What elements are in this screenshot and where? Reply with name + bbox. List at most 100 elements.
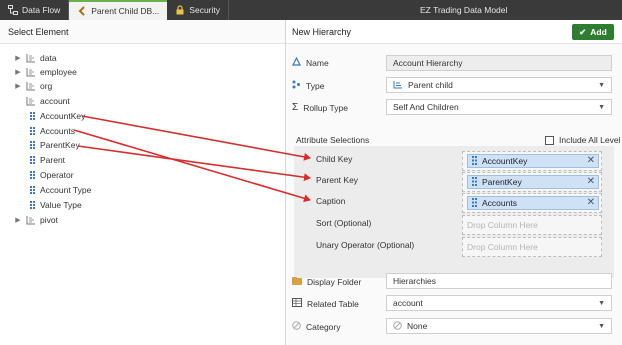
hierarchy-icon <box>26 53 36 63</box>
type-icon <box>292 80 301 91</box>
category-label: Category <box>306 321 341 332</box>
tree-item-label: Accounts <box>40 126 75 136</box>
tree-item-employee[interactable]: ▶ employee <box>14 65 77 79</box>
chevron-down-icon: ▼ <box>598 300 605 307</box>
related-table-field-label: Related Table <box>292 298 359 309</box>
add-button[interactable]: ✔ Add <box>572 24 614 40</box>
tree-item-label: pivot <box>40 215 58 225</box>
tree-item-data[interactable]: ▶ data <box>14 51 56 65</box>
attribute-selections-label: Attribute Selections <box>296 135 370 145</box>
column-grip-icon <box>30 155 36 165</box>
chevron-down-icon: ▼ <box>598 104 605 111</box>
parent-key-chip[interactable]: ParentKey ✕ <box>467 175 599 189</box>
column-grip-icon <box>30 140 36 150</box>
drop-placeholder: Drop Column Here <box>467 220 538 230</box>
include-all-levels-checkbox[interactable] <box>545 136 554 145</box>
display-folder-label: Display Folder <box>307 276 362 287</box>
display-folder-input[interactable]: Hierarchies <box>386 273 612 289</box>
expand-caret-icon[interactable]: ▶ <box>14 216 22 224</box>
remove-icon[interactable]: ✕ <box>587 197 595 209</box>
parent-child-icon <box>393 80 403 91</box>
hierarchy-icon <box>26 96 36 106</box>
column-grip-icon <box>472 197 478 209</box>
category-value: None <box>407 321 428 331</box>
category-dropdown[interactable]: None ▼ <box>386 318 612 334</box>
tree-column-parent[interactable]: Parent <box>30 153 65 167</box>
tree-column-operator[interactable]: Operator <box>30 168 74 182</box>
checkmark-icon: ✔ <box>579 26 587 37</box>
hierarchy-icon <box>26 215 36 225</box>
type-dropdown[interactable]: Parent child ▼ <box>386 77 612 93</box>
tree-item-label: Parent <box>40 155 66 165</box>
type-field-label: Type <box>292 80 324 91</box>
tab-separator <box>228 0 230 20</box>
child-key-chip[interactable]: AccountKey ✕ <box>467 154 599 168</box>
child-key-label: Child Key <box>316 154 353 164</box>
column-grip-icon <box>472 176 478 188</box>
drop-placeholder: Drop Column Here <box>467 242 538 252</box>
data-flow-icon <box>8 5 18 15</box>
remove-icon[interactable]: ✕ <box>587 176 595 188</box>
name-input[interactable]: Account Hierarchy <box>386 55 612 71</box>
column-grip-icon <box>30 126 36 136</box>
tab-security[interactable]: Security <box>167 0 228 20</box>
rollup-dropdown[interactable]: Self And Children ▼ <box>386 99 612 115</box>
tree-item-label: employee <box>40 67 77 77</box>
tree-item-label: Operator <box>40 170 74 180</box>
tree-column-accountkey[interactable]: AccountKey <box>30 109 85 123</box>
attribute-selections-box: Child Key AccountKey ✕ Parent Key Parent… <box>294 146 614 278</box>
tab-data-flow-label: Data Flow <box>22 5 61 15</box>
tree-item-account[interactable]: account <box>14 94 70 108</box>
tree-item-label: AccountKey <box>40 111 86 121</box>
name-field-label: Name <box>292 56 329 68</box>
caption-drop-zone[interactable]: Accounts ✕ <box>462 193 602 213</box>
tree-item-label: account <box>40 96 70 106</box>
tree-column-accounts[interactable]: Accounts <box>30 124 75 138</box>
sort-label: Sort (Optional) <box>316 218 372 228</box>
display-folder-field-label: Display Folder <box>292 276 361 287</box>
caption-chip[interactable]: Accounts ✕ <box>467 196 599 210</box>
expand-caret-icon[interactable]: ▶ <box>14 54 22 62</box>
expand-caret-icon[interactable]: ▶ <box>14 68 22 76</box>
chip-label: ParentKey <box>482 177 522 187</box>
caption-label: Caption <box>316 196 346 206</box>
child-key-drop-zone[interactable]: AccountKey ✕ <box>462 151 602 171</box>
type-label: Type <box>306 80 325 91</box>
tree-item-label: Account Type <box>40 185 92 195</box>
hierarchy-icon <box>26 67 36 77</box>
column-grip-icon <box>30 170 36 180</box>
back-arrow-icon <box>77 6 87 16</box>
rollup-label: Rollup Type <box>303 102 348 113</box>
unary-operator-drop-zone[interactable]: Drop Column Here <box>462 237 602 257</box>
tree-item-pivot[interactable]: ▶ pivot <box>14 213 58 227</box>
tab-data-flow[interactable]: Data Flow <box>0 0 68 20</box>
related-table-value: account <box>393 298 423 308</box>
tree-column-value-type[interactable]: Value Type <box>30 198 82 212</box>
chevron-down-icon: ▼ <box>598 82 605 89</box>
name-label: Name <box>306 57 329 68</box>
tree-column-account-type[interactable]: Account Type <box>30 183 91 197</box>
sort-drop-zone[interactable]: Drop Column Here <box>462 215 602 235</box>
tree-column-parentkey[interactable]: ParentKey <box>30 138 80 152</box>
column-grip-icon <box>30 185 36 195</box>
remove-icon[interactable]: ✕ <box>587 155 595 167</box>
tree-item-label: ParentKey <box>40 140 80 150</box>
parent-key-drop-zone[interactable]: ParentKey ✕ <box>462 172 602 192</box>
none-icon <box>393 320 402 332</box>
rollup-field-label: Σ Rollup Type <box>292 102 348 113</box>
column-grip-icon <box>30 200 36 210</box>
expand-caret-icon[interactable]: ▶ <box>14 82 22 90</box>
tree-item-label: org <box>40 81 53 91</box>
tree-item-org[interactable]: ▶ org <box>14 79 52 93</box>
type-value: Parent child <box>408 80 453 90</box>
tree-item-label: Value Type <box>40 200 82 210</box>
related-table-dropdown[interactable]: account ▼ <box>386 295 612 311</box>
top-tab-bar: Data Flow Parent Child DB... Security EZ… <box>0 0 622 20</box>
column-grip-icon <box>30 111 36 121</box>
include-all-levels-label: Include All Level <box>559 135 621 145</box>
column-grip-icon <box>472 155 478 167</box>
tab-parent-child[interactable]: Parent Child DB... <box>69 0 168 20</box>
unary-operator-label: Unary Operator (Optional) <box>316 240 415 250</box>
chip-label: AccountKey <box>482 156 528 166</box>
folder-icon <box>292 276 302 287</box>
